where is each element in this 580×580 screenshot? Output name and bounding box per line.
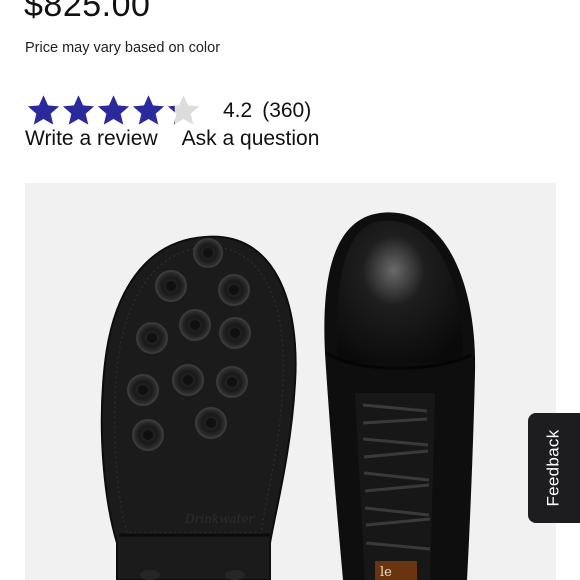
star-icon-3 xyxy=(97,94,130,125)
review-count: (360) xyxy=(262,99,312,122)
star-icon-1 xyxy=(27,94,60,125)
price-note: Price may vary based on color xyxy=(25,40,221,56)
product-image[interactable]: Drinkwater le xyxy=(25,183,556,580)
write-review-link[interactable]: Write a review xyxy=(25,127,158,151)
feedback-label: Feedback xyxy=(544,429,563,507)
boot-illustration: Drinkwater le xyxy=(100,212,476,580)
star-icon-5-partial xyxy=(167,94,200,125)
star-rating[interactable] xyxy=(26,93,201,127)
review-links: Write a review Ask a question xyxy=(25,127,319,151)
product-price: $825.00 xyxy=(24,0,151,24)
boot-sole: Drinkwater xyxy=(100,235,297,580)
star-icon-2 xyxy=(62,94,95,125)
star-icon-4 xyxy=(132,94,165,125)
rating-value: 4.2 xyxy=(223,99,253,122)
boot-upper: le xyxy=(324,212,476,580)
rating-summary: 4.2 (360) xyxy=(223,99,311,123)
sole-brand-mark: Drinkwater xyxy=(184,512,256,526)
ask-question-link[interactable]: Ask a question xyxy=(182,127,320,151)
feedback-tab[interactable]: Feedback xyxy=(528,413,580,523)
svg-text:le: le xyxy=(380,565,392,580)
